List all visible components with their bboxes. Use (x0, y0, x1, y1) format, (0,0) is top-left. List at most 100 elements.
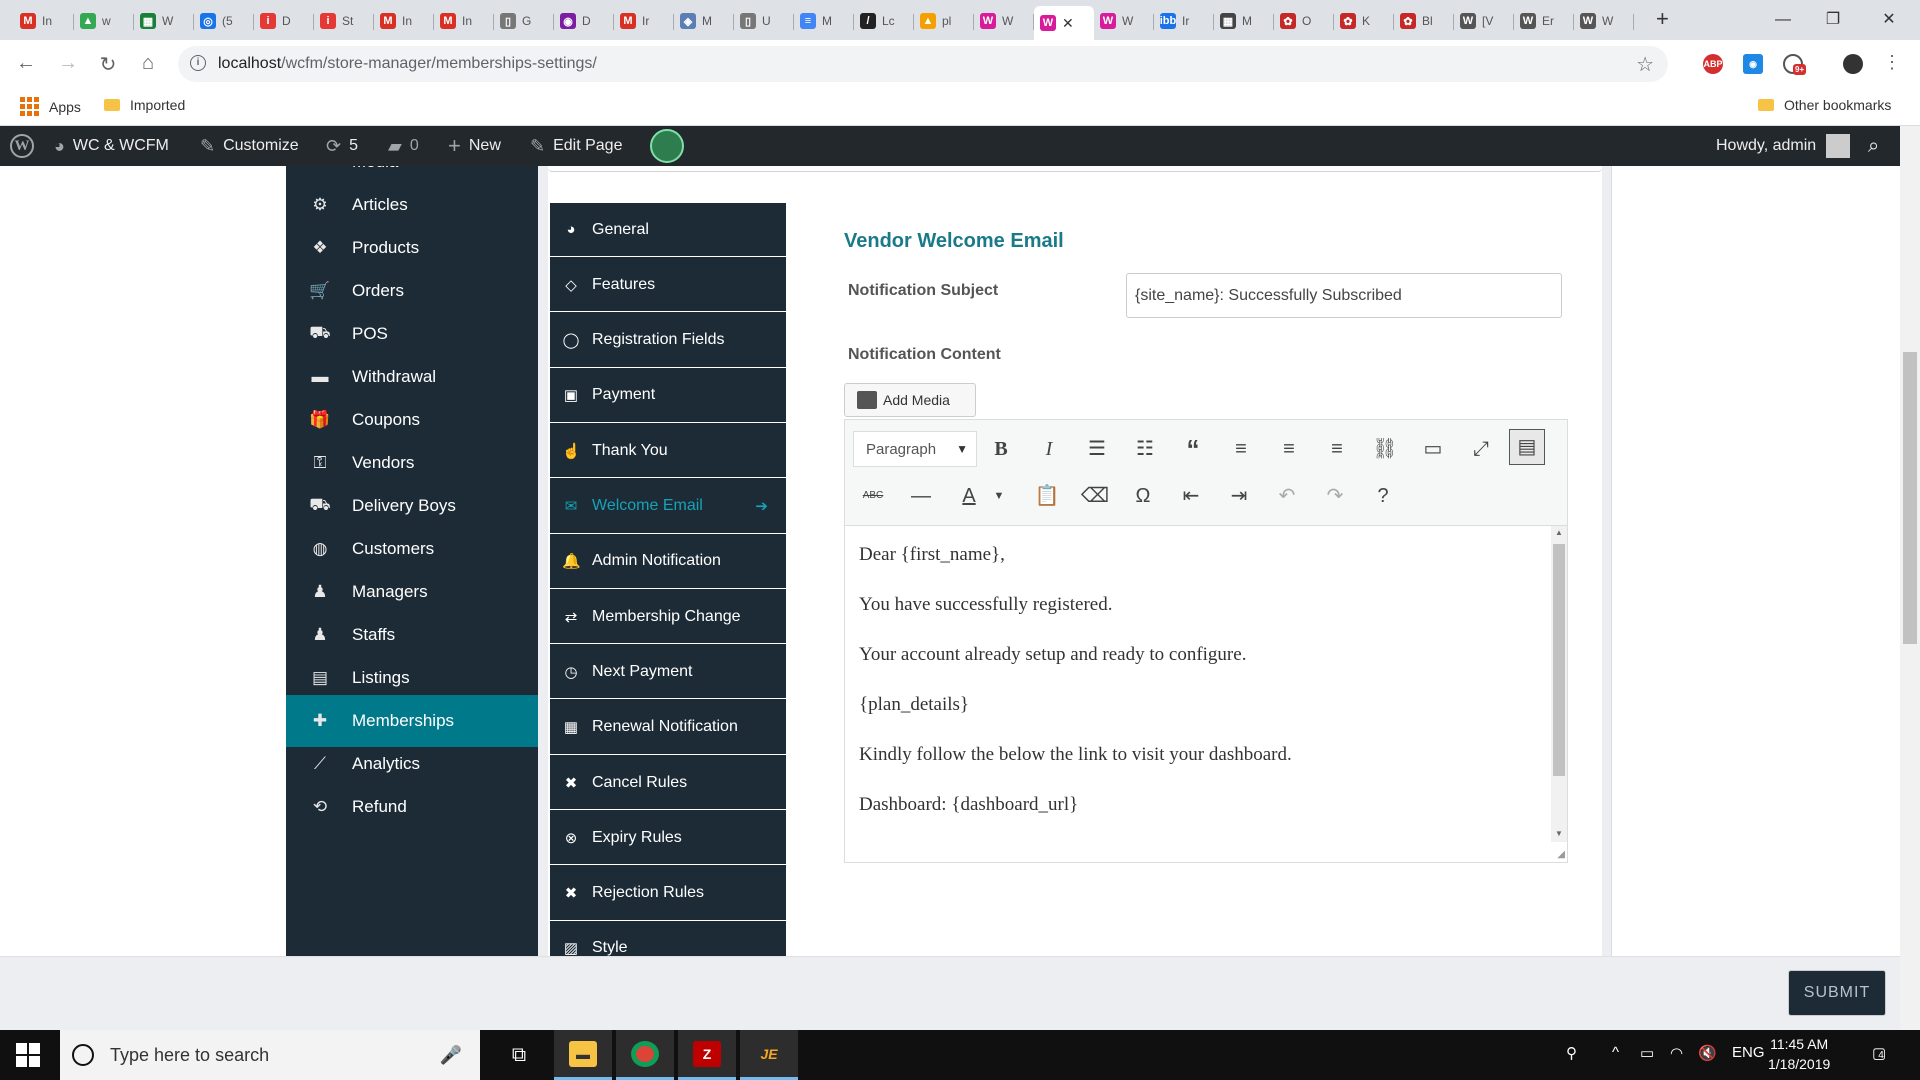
blockquote-icon[interactable]: “ (1175, 431, 1211, 467)
browser-tab[interactable]: ▯ G (494, 6, 554, 36)
wp-updates[interactable]: ⟳ 5 (326, 126, 358, 166)
wp-site-name[interactable]: ◕ WC & WCFM (54, 126, 169, 166)
language-indicator[interactable]: ENG (1732, 1044, 1765, 1061)
wp-comments[interactable]: ▰ 0 (388, 126, 419, 166)
notifications-icon[interactable]: ▢4 (1872, 1044, 1886, 1062)
indent-icon[interactable]: ⇥ (1221, 478, 1257, 514)
align-left-icon[interactable]: ≡ (1223, 431, 1259, 467)
browser-tab[interactable]: W ✕ (1034, 6, 1094, 40)
settings-menu-item[interactable]: ✖ Rejection Rules (550, 867, 786, 921)
settings-menu-item[interactable]: ◷ Next Payment (550, 645, 786, 700)
browser-tab[interactable]: ✿ O (1274, 6, 1334, 36)
browser-tab[interactable]: i St (314, 6, 374, 36)
wp-customize[interactable]: ✎ Customize (200, 126, 299, 166)
people-icon[interactable]: ⚲ (1566, 1044, 1577, 1062)
main-menu-item[interactable]: ⟲ Refund (286, 781, 538, 833)
settings-menu-item[interactable]: 🔔 Admin Notification (550, 535, 786, 589)
settings-menu-item[interactable]: ⊗ Expiry Rules (550, 811, 786, 866)
browser-tab[interactable]: M In (434, 6, 494, 36)
bookmark-other[interactable]: Other bookmarks (1758, 97, 1891, 113)
browser-tab[interactable]: ✿ K (1334, 6, 1394, 36)
editor-scrollbar[interactable]: ▲ ▼ (1551, 526, 1567, 842)
browser-tab[interactable]: M In (14, 6, 74, 36)
url-text[interactable]: localhost/wcfm/store-manager/memberships… (218, 55, 597, 73)
adblock-extension-icon[interactable]: ABP (1703, 54, 1723, 74)
strikethrough-icon[interactable]: ABC (855, 478, 891, 514)
bullet-list-icon[interactable]: ☰ (1079, 431, 1115, 467)
settings-menu-item[interactable]: ▨ Style (550, 922, 786, 956)
horizontal-line-icon[interactable]: — (903, 478, 939, 514)
align-center-icon[interactable]: ≡ (1271, 431, 1307, 467)
jedit-icon[interactable]: JE (740, 1030, 798, 1080)
browser-tab[interactable]: ▦ M (1214, 6, 1274, 36)
browser-tab[interactable]: ▲ pl (914, 6, 974, 36)
page-scrollbar[interactable] (1900, 126, 1920, 1030)
wp-logo-menu[interactable]: W (10, 126, 34, 166)
browser-tab[interactable]: ◈ M (674, 6, 734, 36)
browser-tab[interactable]: W [V (1454, 6, 1514, 36)
bookmark-apps[interactable]: Apps (20, 97, 81, 116)
site-info-icon[interactable]: i (190, 55, 206, 71)
forward-arrow-icon[interactable]: → (56, 52, 80, 75)
format-select[interactable]: Paragraph ▼ (853, 431, 977, 467)
reload-icon[interactable]: ↻ (96, 52, 120, 77)
close-window-button[interactable]: ✕ (1866, 6, 1912, 34)
redo-icon[interactable]: ↷ (1317, 478, 1353, 514)
tray-chevron-icon[interactable]: ^ (1612, 1044, 1619, 1061)
scroll-down-icon[interactable]: ▼ (1555, 829, 1563, 838)
screenshot-extension-icon[interactable]: ◉ (1743, 54, 1763, 74)
bookmark-imported[interactable]: Imported (104, 97, 185, 113)
battery-icon[interactable]: ▭ (1640, 1044, 1654, 1062)
toolbar-toggle-icon[interactable]: ▤ (1509, 429, 1545, 465)
settings-menu-item[interactable]: ☝ Thank You (550, 424, 786, 479)
file-explorer-icon[interactable]: ▬ (554, 1030, 612, 1080)
special-char-icon[interactable]: Ω (1125, 478, 1161, 514)
settings-menu-item[interactable]: ✖ Cancel Rules (550, 756, 786, 810)
taskbar-search[interactable]: Type here to search 🎤 (60, 1030, 480, 1080)
profile-avatar-icon[interactable] (1843, 54, 1863, 74)
scroll-up-icon[interactable]: ▲ (1555, 528, 1563, 537)
browser-tab[interactable]: WW (974, 6, 1034, 36)
chrome-icon[interactable] (616, 1030, 674, 1080)
browser-tab[interactable]: ◎ (5 (194, 6, 254, 36)
italic-icon[interactable]: I (1031, 431, 1067, 467)
browser-tab[interactable]: WW (1574, 6, 1634, 36)
settings-menu-item[interactable]: ◕ General (550, 203, 786, 257)
tab-close-icon[interactable]: ✕ (1062, 15, 1074, 32)
clear-format-icon[interactable]: ⌫ (1077, 478, 1113, 514)
wp-search-icon[interactable]: ⌕ (1868, 126, 1887, 166)
browser-tab[interactable]: M Ir (614, 6, 674, 36)
bold-icon[interactable]: B (983, 431, 1019, 467)
align-right-icon[interactable]: ≡ (1319, 431, 1355, 467)
browser-tab[interactable]: WW (1094, 6, 1154, 36)
wcfm-logo[interactable] (650, 126, 684, 166)
windows-start-icon[interactable] (16, 1043, 40, 1067)
page-scroll-thumb[interactable] (1903, 352, 1917, 644)
paste-text-icon[interactable]: 📋 (1029, 478, 1065, 514)
system-clock[interactable]: 11:45 AM 1/18/2019 (1768, 1034, 1830, 1074)
numbered-list-icon[interactable]: ☷ (1127, 431, 1163, 467)
bookmark-star-icon[interactable]: ☆ (1636, 52, 1654, 77)
read-more-icon[interactable]: ▭ (1415, 431, 1451, 467)
home-icon[interactable]: ⌂ (136, 52, 160, 75)
help-icon[interactable]: ? (1365, 478, 1401, 514)
submit-button[interactable]: SUBMIT (1788, 970, 1886, 1016)
chrome-menu-icon[interactable]: ⋮ (1880, 52, 1904, 73)
volume-muted-icon[interactable]: 🔇 (1698, 1044, 1717, 1062)
filezilla-icon[interactable]: Z (678, 1030, 736, 1080)
resize-handle-icon[interactable]: ◢ (1557, 849, 1565, 860)
text-color-dropdown-icon[interactable]: ▼ (981, 478, 1017, 514)
fullscreen-icon[interactable]: ⤢ (1463, 431, 1499, 467)
browser-tab[interactable]: M In (374, 6, 434, 36)
microphone-icon[interactable]: 🎤 (440, 1045, 462, 1066)
settings-menu-item[interactable]: ✉ Welcome Email ➔ (550, 480, 786, 534)
add-media-button[interactable]: Add Media (844, 383, 976, 417)
wp-new[interactable]: + New (448, 126, 501, 166)
browser-tab[interactable]: W Er (1514, 6, 1574, 36)
extension-badge-icon[interactable]: 9+ (1783, 54, 1807, 75)
wifi-icon[interactable]: ◠ (1670, 1044, 1683, 1062)
browser-tab[interactable]: ✿ Bl (1394, 6, 1454, 36)
browser-tab[interactable]: ▲ w (74, 6, 134, 36)
wp-account-menu[interactable]: Howdy, admin (1716, 126, 1851, 166)
task-view-icon[interactable]: ⧉ (490, 1030, 548, 1080)
